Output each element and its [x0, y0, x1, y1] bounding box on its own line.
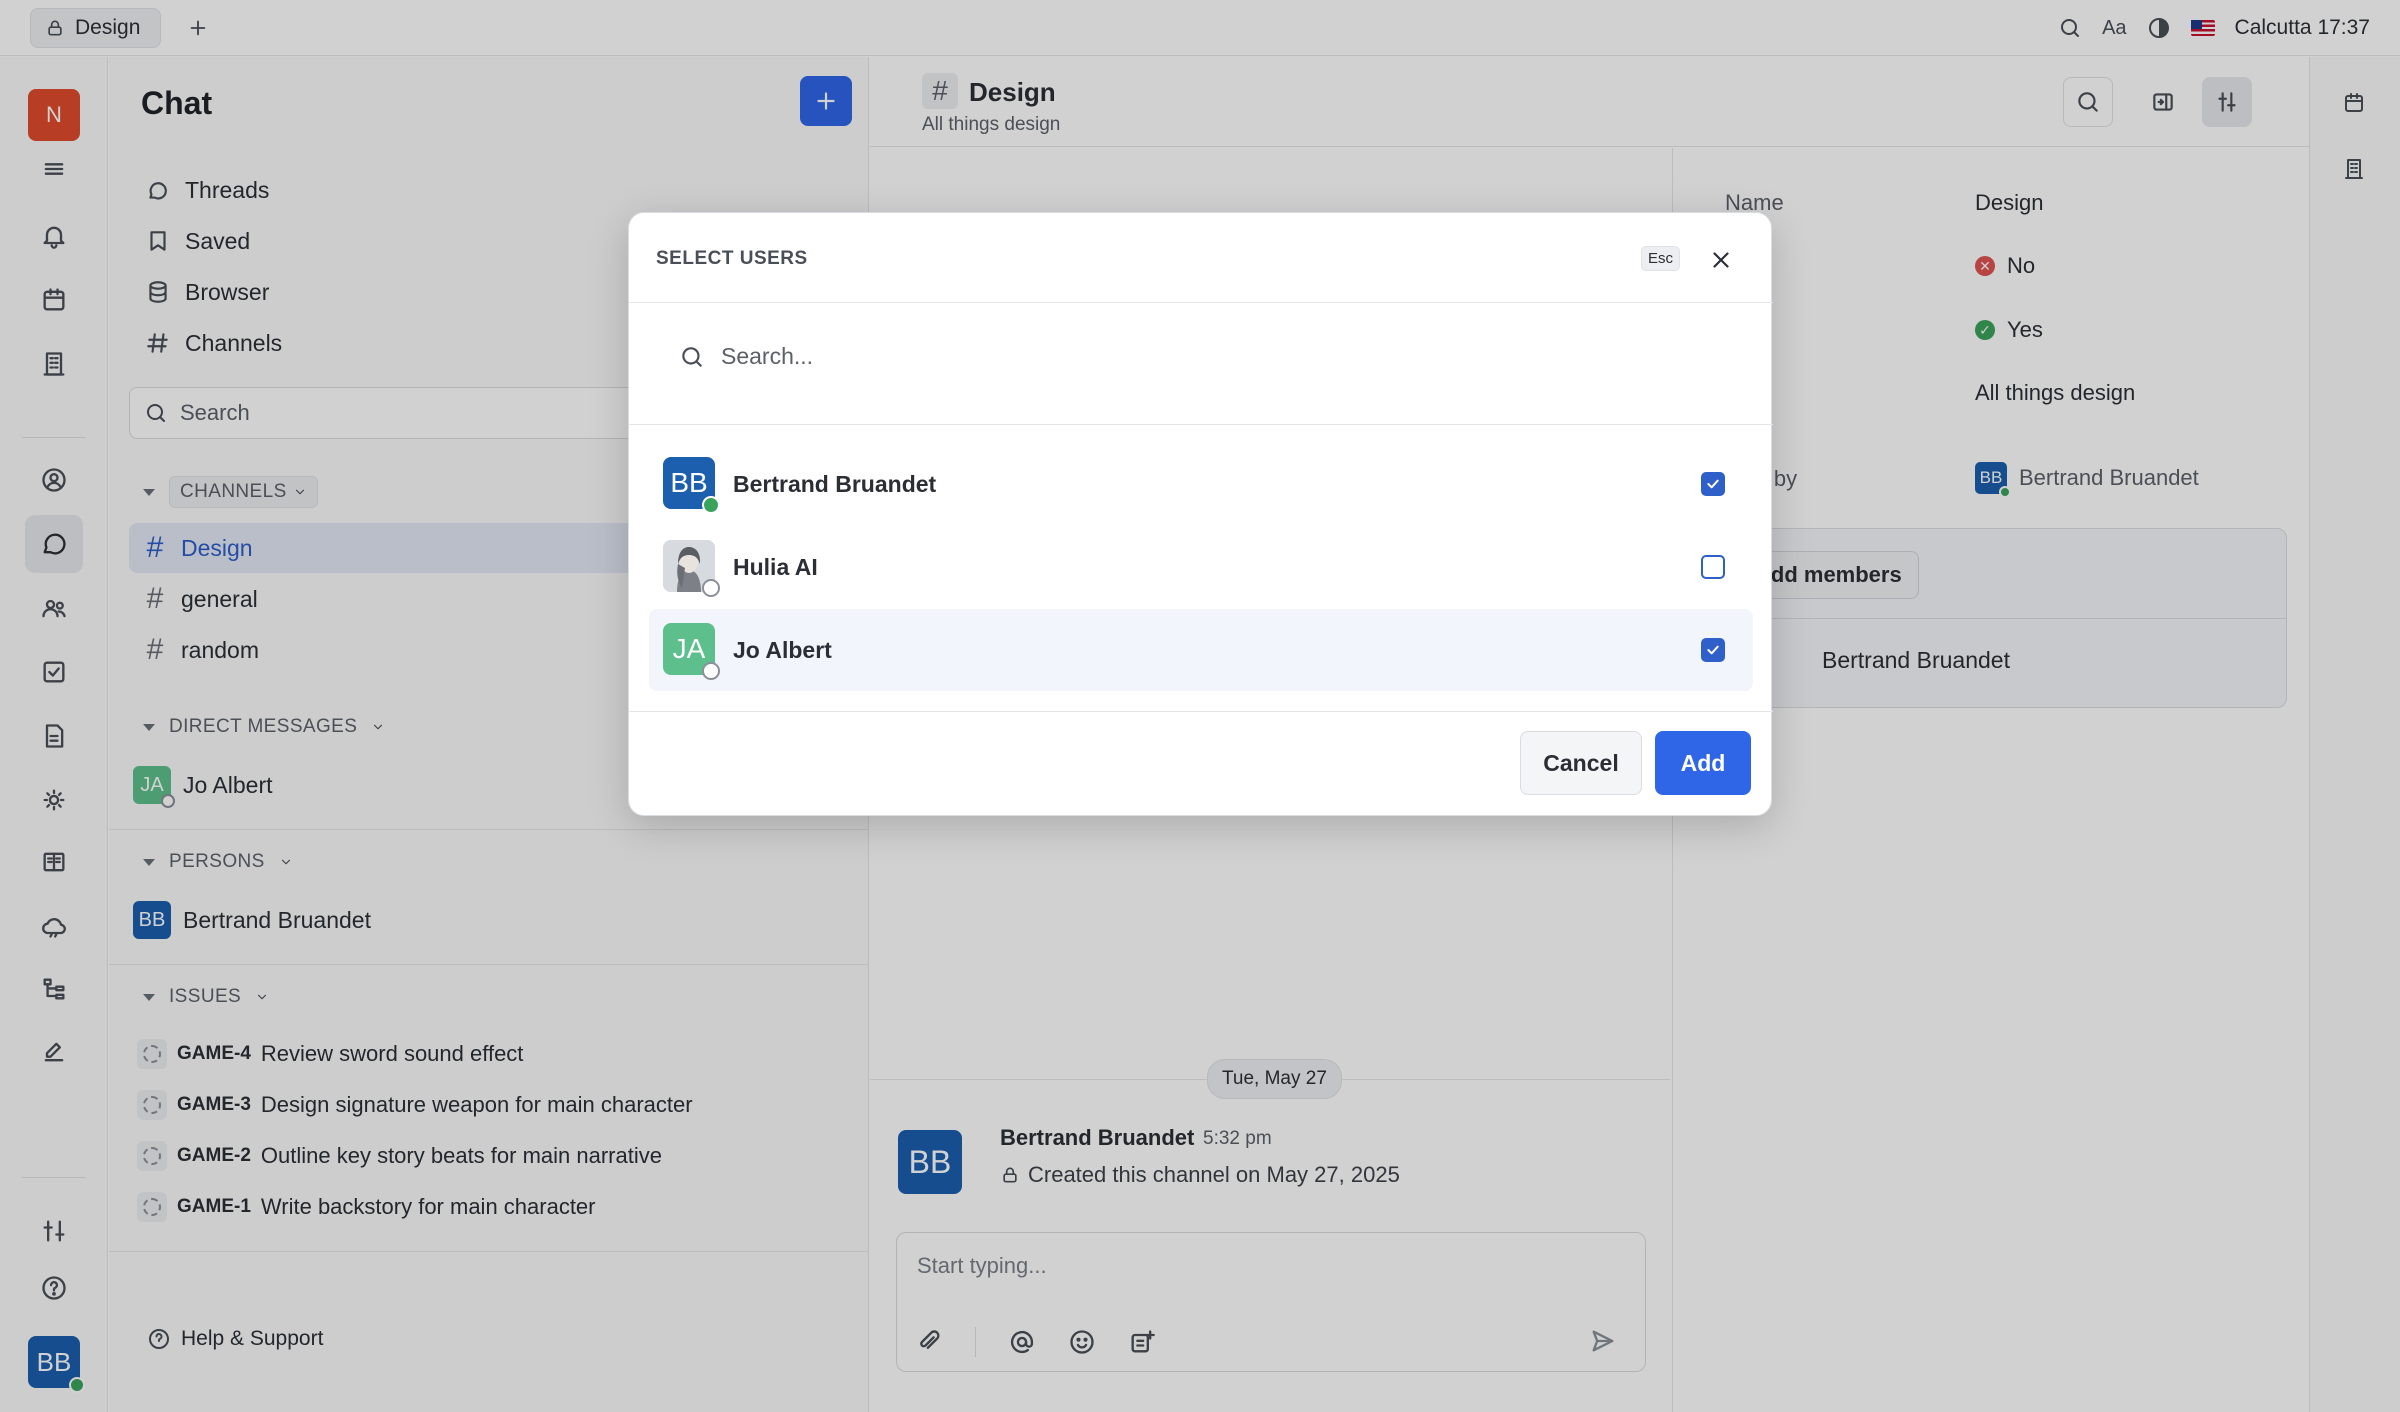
- select-users-dialog: SELECT USERS Esc BB Bertrand Bruandet Hu…: [628, 212, 1773, 816]
- user-row-hulia-ai[interactable]: Hulia AI: [649, 526, 1753, 608]
- user-row-jo-albert[interactable]: JA Jo Albert: [649, 609, 1753, 691]
- user-name: Hulia AI: [733, 553, 818, 580]
- close-icon: [1713, 252, 1729, 268]
- avatar-initials: JA: [672, 633, 706, 664]
- user-checkbox-checked[interactable]: [1701, 472, 1725, 496]
- user-row-bertrand-bruandet[interactable]: BB Bertrand Bruandet: [649, 443, 1753, 525]
- avatar: BB: [663, 457, 720, 514]
- user-name: Jo Albert: [733, 636, 832, 663]
- esc-key-hint: Esc: [1641, 246, 1681, 271]
- avatar: [663, 540, 720, 597]
- cancel-button[interactable]: Cancel: [1520, 731, 1642, 795]
- offline-status-dot: [702, 662, 720, 680]
- offline-status-dot: [702, 579, 720, 597]
- user-search-input[interactable]: [721, 343, 1621, 370]
- user-name: Bertrand Bruandet: [733, 470, 937, 497]
- user-checkbox-unchecked[interactable]: [1701, 555, 1725, 579]
- search-icon: [682, 346, 702, 367]
- close-button[interactable]: [1704, 243, 1738, 277]
- check-icon: [1707, 645, 1719, 655]
- check-icon: [1707, 479, 1719, 489]
- user-checkbox-checked[interactable]: [1701, 638, 1725, 662]
- dialog-title: SELECT USERS: [656, 248, 808, 269]
- avatar: JA: [663, 623, 720, 680]
- add-button[interactable]: Add: [1655, 731, 1751, 795]
- online-status-dot: [702, 496, 720, 514]
- avatar-initials: BB: [670, 467, 708, 498]
- user-search[interactable]: [679, 343, 1621, 370]
